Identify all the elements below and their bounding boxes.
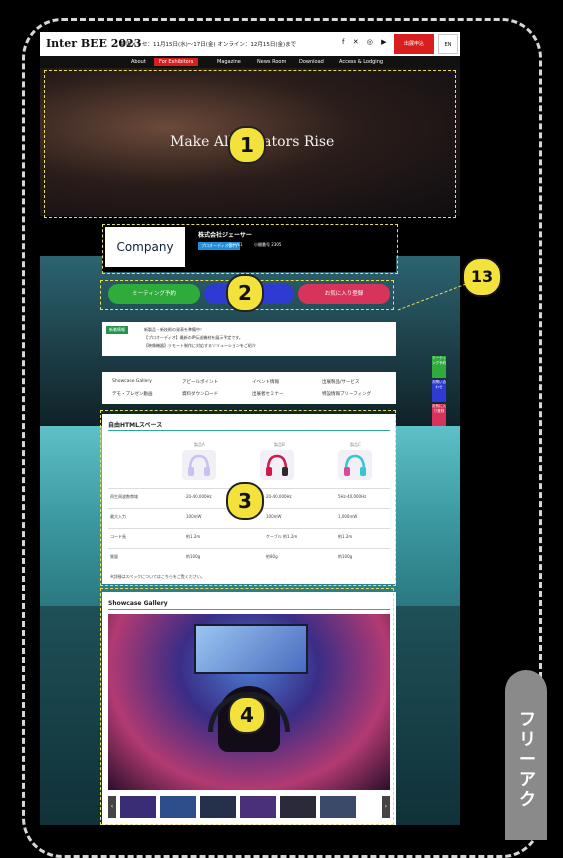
annotation-box-2a [102, 224, 398, 274]
menu-item[interactable]: 資料ダウンロード [182, 391, 218, 397]
news-tag: 新着情報 [106, 326, 128, 334]
menu-item[interactable]: Showcase Gallery [112, 379, 152, 384]
menu-item[interactable]: 特設情報ブリーフィング [322, 391, 371, 397]
news-line: 新製品・新技術の発表を準備中！ [144, 327, 204, 332]
event-dates: 幕張メッセ：11月15日(水)〜17日(金) オンライン：12月15日(金)まで [120, 42, 297, 48]
annotation-leader-line [397, 283, 467, 311]
free-area-tab[interactable]: フリーアク [505, 670, 547, 840]
main-nav: About For Exhibitors Magazine News Room … [40, 56, 460, 68]
nav-magazine[interactable]: Magazine [212, 58, 246, 66]
menu-item[interactable]: アピールポイント [182, 379, 218, 385]
section-menu: Showcase Gallery アピールポイント イベント情報 出展製品/サー… [102, 372, 396, 404]
menu-item[interactable]: 出展製品/サービス [322, 379, 360, 385]
annotation-marker-3: 3 [226, 482, 264, 520]
side-favorite-button[interactable]: お気に入り登録 [432, 404, 446, 426]
free-area-label: フリーアク [519, 710, 536, 810]
annotation-marker-4: 4 [228, 696, 266, 734]
register-button[interactable]: 出展申込 [394, 34, 434, 54]
annotation-marker-13: 13 [462, 257, 502, 297]
annotation-marker-1: 1 [228, 126, 266, 164]
annotation-marker-2: 2 [226, 274, 264, 312]
side-contact-button[interactable]: お問い合わせ [432, 380, 446, 402]
nav-access[interactable]: Access & Lodging [334, 58, 388, 66]
news-line: 【プロオーディオ】最新のIP伝送機材を展示予定です。 [144, 335, 243, 340]
nav-download[interactable]: Download [294, 58, 329, 66]
nav-about[interactable]: About [126, 58, 151, 66]
side-meeting-button[interactable]: ミーティング予約 [432, 356, 446, 378]
menu-item[interactable]: イベント情報 [252, 379, 279, 385]
site-header: Inter BEE 2023 幕張メッセ：11月15日(水)〜17日(金) オン… [40, 32, 460, 56]
social-icons[interactable]: f ✕ ◎ ▶ [342, 38, 390, 46]
menu-item[interactable]: 出展者セミナー [252, 391, 284, 397]
nav-news-room[interactable]: News Room [252, 58, 291, 66]
nav-for-exhibitors[interactable]: For Exhibitors [154, 58, 199, 66]
menu-item[interactable]: デモ・プレゼン動画 [112, 391, 153, 397]
news-line: 【映像機器】リモート制作に対応するソリューションをご紹介 [144, 343, 256, 348]
news-notice: 新着情報 新製品・新技術の発表を準備中！ 【プロオーディオ】最新のIP伝送機材を… [102, 322, 396, 356]
language-button[interactable]: EN [438, 34, 458, 54]
